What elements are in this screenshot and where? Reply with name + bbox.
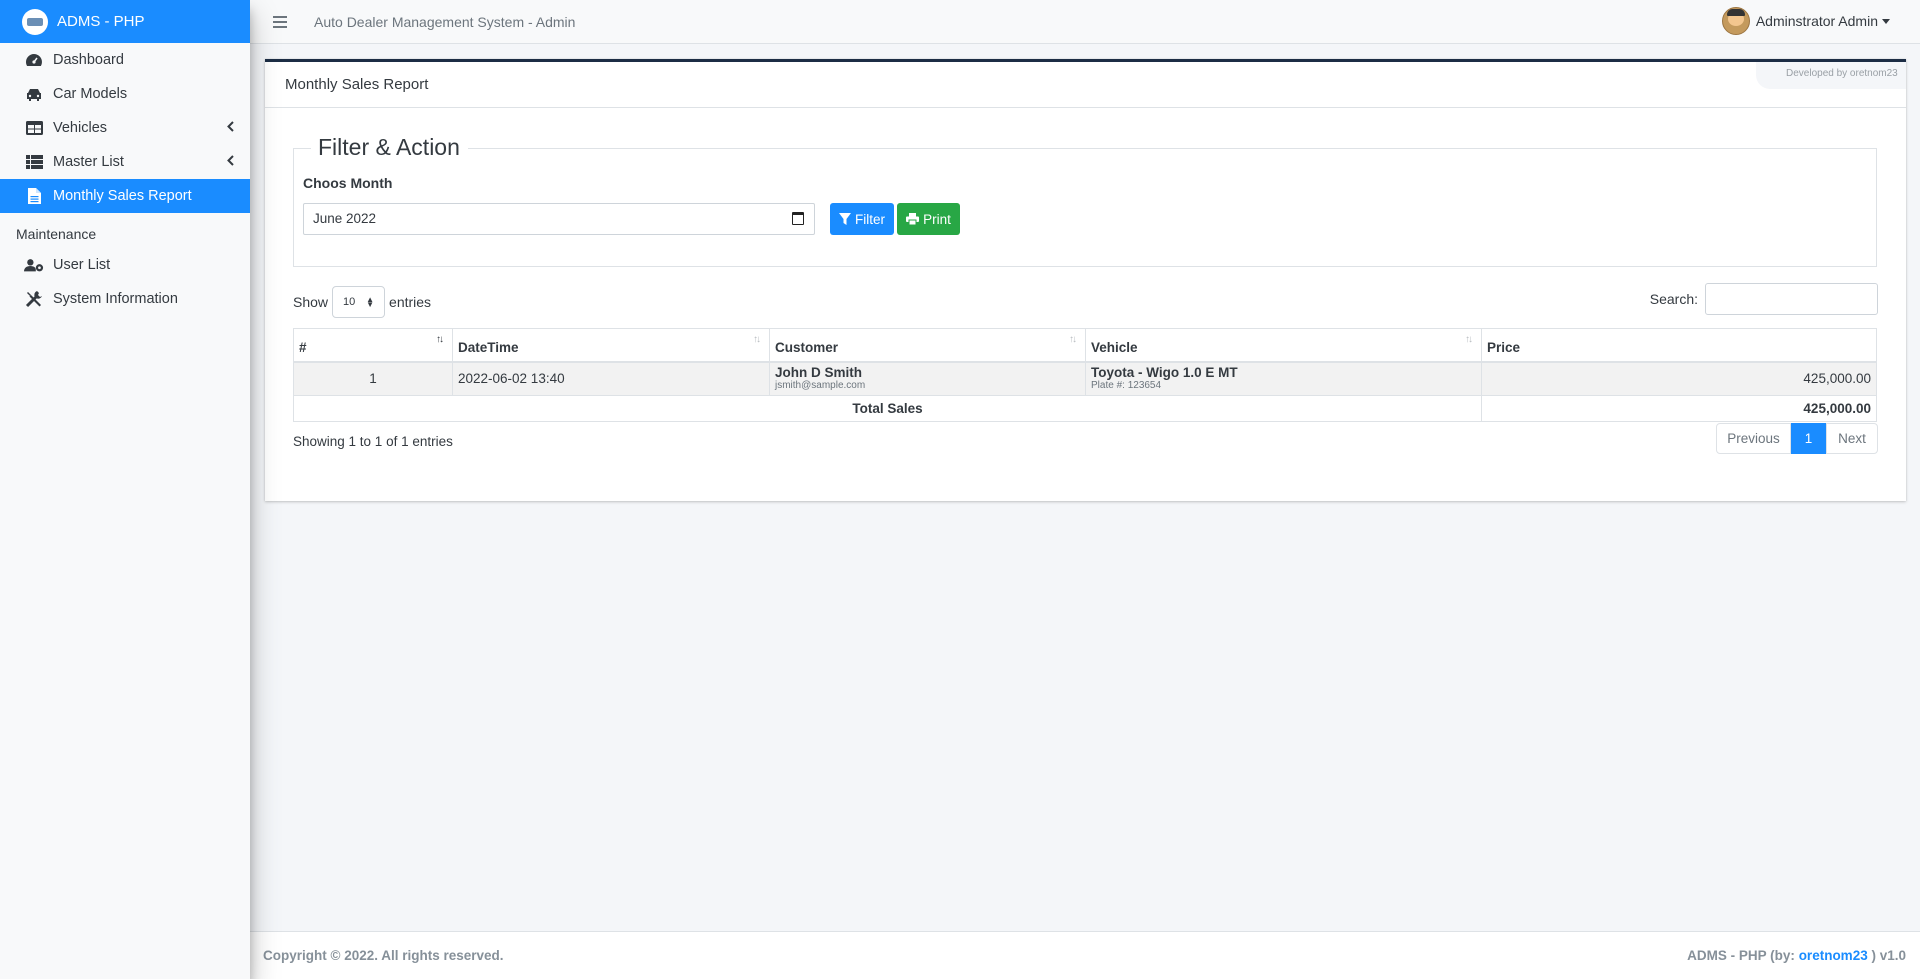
sidebar-item-label: Monthly Sales Report — [53, 188, 192, 204]
vehicle-name: Toyota - Wigo 1.0 E MT — [1091, 366, 1476, 380]
entries-length-control: Show 10 ▲▼ entries — [293, 286, 431, 318]
page-1-button[interactable]: 1 — [1791, 423, 1826, 454]
entries-value: 10 — [343, 296, 355, 308]
cell-vehicle: Toyota - Wigo 1.0 E MT Plate #: 123654 — [1086, 362, 1482, 396]
brand-name: ADMS - PHP — [57, 13, 145, 30]
brand-link[interactable]: ADMS - PHP — [0, 0, 250, 43]
tachometer-icon — [24, 51, 44, 69]
entries-select[interactable]: 10 ▲▼ — [332, 286, 385, 318]
footer-credit: ADMS - PHP (by: oretnom23 ) v1.0 — [1687, 948, 1906, 963]
month-input[interactable]: June 2022 — [303, 203, 815, 235]
sidebar-item-label: Master List — [53, 154, 124, 170]
search-input[interactable] — [1705, 283, 1878, 315]
sales-table: #↑↓ DateTime↑↓ Customer↑↓ Vehicle↑↓ Pric… — [293, 328, 1877, 422]
caret-down-icon — [1882, 19, 1890, 24]
print-button-label: Print — [923, 212, 951, 227]
customer-email: jsmith@sample.com — [775, 380, 1080, 391]
sidebar-item-monthly-sales-report[interactable]: Monthly Sales Report — [0, 179, 250, 213]
total-value: 425,000.00 — [1482, 396, 1877, 422]
file-icon — [24, 187, 44, 205]
sort-asc-icon: ↑↓ — [436, 334, 442, 345]
cell-datetime: 2022-06-02 13:40 — [453, 362, 770, 396]
copyright-text: Copyright © 2022. All rights reserved. — [263, 948, 504, 963]
print-button[interactable]: Print — [897, 203, 960, 235]
table-icon — [24, 119, 44, 137]
car-icon — [24, 85, 44, 103]
column-header-vehicle[interactable]: Vehicle↑↓ — [1086, 329, 1482, 362]
filter-icon — [839, 213, 851, 225]
print-icon — [906, 213, 919, 225]
filter-button-label: Filter — [855, 212, 885, 227]
filter-button[interactable]: Filter — [830, 203, 894, 235]
calendar-icon[interactable] — [792, 212, 804, 225]
month-value: June 2022 — [313, 211, 376, 226]
total-row: Total Sales 425,000.00 — [294, 396, 1877, 422]
pagination: Previous 1 Next — [1716, 423, 1878, 454]
sidebar-section-header: Maintenance — [0, 213, 250, 248]
tools-icon — [24, 290, 44, 308]
sidebar-item-label: Car Models — [53, 86, 127, 102]
next-page-button[interactable]: Next — [1826, 423, 1878, 454]
sort-icon: ↑↓ — [1465, 334, 1471, 345]
top-navbar: Auto Dealer Management System - Admin Ad… — [250, 0, 1920, 44]
chevron-left-icon — [227, 121, 234, 132]
table-info: Showing 1 to 1 of 1 entries — [293, 434, 453, 449]
total-label: Total Sales — [294, 396, 1482, 422]
sidebar-item-label: Dashboard — [53, 52, 124, 68]
menu-toggle-icon[interactable] — [273, 16, 287, 28]
sidebar-item-label: User List — [53, 257, 110, 273]
cell-price: 425,000.00 — [1482, 362, 1877, 396]
system-title: Auto Dealer Management System - Admin — [314, 14, 575, 30]
report-card: Monthly Sales Report Developed by oretno… — [265, 59, 1906, 501]
sidebar: ADMS - PHP Dashboard Car Models Vehicles — [0, 0, 250, 979]
entries-label: entries — [389, 294, 431, 310]
sidebar-item-dashboard[interactable]: Dashboard — [0, 43, 250, 77]
card-title: Monthly Sales Report — [265, 62, 1906, 108]
sidebar-item-system-information[interactable]: System Information — [0, 282, 250, 316]
column-header-number[interactable]: #↑↓ — [294, 329, 453, 362]
list-icon — [24, 153, 44, 171]
table-search: Search: — [1650, 283, 1878, 315]
sort-icon: ↑↓ — [1069, 334, 1075, 345]
search-label: Search: — [1650, 291, 1698, 307]
column-header-customer[interactable]: Customer↑↓ — [770, 329, 1086, 362]
user-name: Adminstrator Admin — [1756, 13, 1878, 29]
brand-logo — [22, 9, 48, 35]
sidebar-item-label: System Information — [53, 291, 178, 307]
chevron-left-icon — [227, 155, 234, 166]
column-header-price: Price — [1482, 329, 1877, 362]
users-cog-icon — [24, 256, 44, 274]
table-row: 1 2022-06-02 13:40 John D Smith jsmith@s… — [294, 362, 1877, 396]
footer: Copyright © 2022. All rights reserved. A… — [250, 931, 1920, 979]
sidebar-item-master-list[interactable]: Master List — [0, 145, 250, 179]
author-link[interactable]: oretnom23 — [1799, 948, 1868, 963]
previous-page-button[interactable]: Previous — [1716, 423, 1791, 454]
show-label: Show — [293, 294, 328, 310]
user-menu[interactable]: Adminstrator Admin — [1722, 7, 1890, 35]
column-header-datetime[interactable]: DateTime↑↓ — [453, 329, 770, 362]
sidebar-item-label: Vehicles — [53, 120, 107, 136]
cell-customer: John D Smith jsmith@sample.com — [770, 362, 1086, 396]
sort-icon: ↑↓ — [753, 334, 759, 345]
sidebar-item-vehicles[interactable]: Vehicles — [0, 111, 250, 145]
filter-legend: Filter & Action — [311, 134, 468, 161]
avatar — [1722, 7, 1750, 35]
sidebar-item-car-models[interactable]: Car Models — [0, 77, 250, 111]
month-label: Choos Month — [303, 175, 392, 191]
cell-number: 1 — [294, 362, 453, 396]
sidebar-item-user-list[interactable]: User List — [0, 248, 250, 282]
filter-fieldset: Filter & Action Choos Month June 2022 Fi… — [293, 148, 1877, 267]
customer-name: John D Smith — [775, 366, 1080, 380]
sort-arrows-icon: ▲▼ — [366, 297, 374, 307]
vehicle-plate: Plate #: 123654 — [1091, 380, 1476, 391]
developer-badge: Developed by oretnom23 — [1756, 62, 1906, 89]
sidebar-nav: Dashboard Car Models Vehicles Master Lis… — [0, 43, 250, 316]
